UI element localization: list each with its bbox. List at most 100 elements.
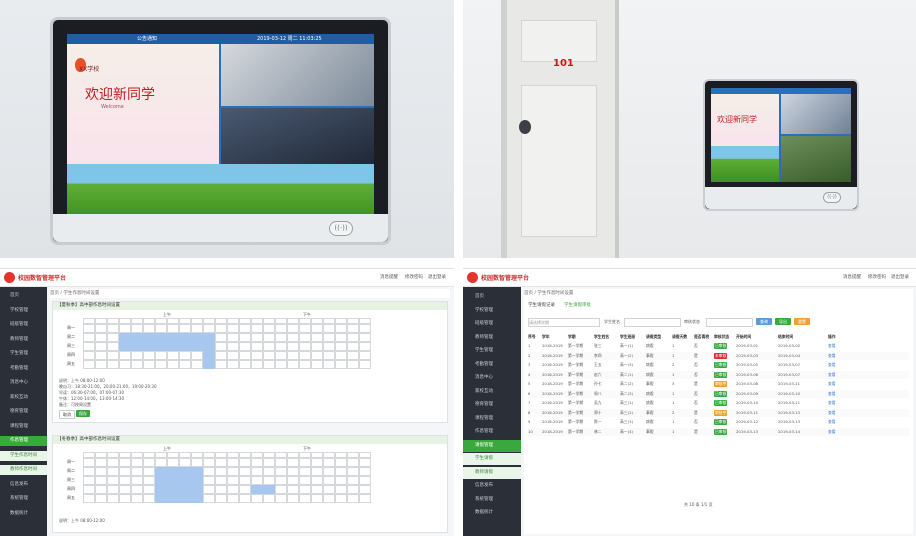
grid-cell[interactable] xyxy=(95,476,107,485)
grid-cell[interactable] xyxy=(215,458,227,467)
grid-cell[interactable] xyxy=(347,360,359,369)
grid-cell[interactable] xyxy=(311,494,323,503)
grid-cell[interactable] xyxy=(83,485,95,494)
grid-cell[interactable] xyxy=(143,467,155,476)
grid-cell[interactable] xyxy=(335,476,347,485)
grid-cell[interactable] xyxy=(191,458,203,467)
grid-cell[interactable] xyxy=(227,342,239,351)
grid-cell[interactable] xyxy=(95,324,107,333)
grid-cell[interactable] xyxy=(239,458,251,467)
grid-cell[interactable] xyxy=(131,485,143,494)
sidebar-item[interactable]: 课程管理 xyxy=(0,422,47,432)
grid-cell[interactable] xyxy=(323,360,335,369)
grid-cell[interactable] xyxy=(263,333,275,342)
grid-cell[interactable] xyxy=(227,476,239,485)
grid-cell[interactable] xyxy=(215,476,227,485)
grid-cell[interactable] xyxy=(119,351,131,360)
view-link[interactable]: 查看 xyxy=(828,391,836,397)
grid-cell[interactable] xyxy=(335,485,347,494)
grid-cell[interactable] xyxy=(263,476,275,485)
sidebar-item[interactable]: 班级管理 xyxy=(0,320,47,330)
grid-cell[interactable] xyxy=(131,494,143,503)
header-link[interactable]: 修改密码 xyxy=(868,274,886,280)
grid-cell[interactable] xyxy=(299,324,311,333)
view-link[interactable]: 查看 xyxy=(828,372,836,378)
grid-cell[interactable] xyxy=(83,333,95,342)
grid-cell[interactable] xyxy=(311,360,323,369)
grid-cell[interactable] xyxy=(347,467,359,476)
grid-cell[interactable] xyxy=(359,467,371,476)
grid-cell[interactable] xyxy=(251,458,263,467)
student-name-input[interactable] xyxy=(624,318,681,327)
grid-cell[interactable] xyxy=(323,342,335,351)
export-button[interactable]: 导出 xyxy=(775,318,791,325)
grid-cell[interactable] xyxy=(335,467,347,476)
sidebar-item[interactable]: 课程管理 xyxy=(463,413,521,425)
sidebar-item[interactable]: 作息管理 xyxy=(463,426,521,438)
grid-cell[interactable] xyxy=(311,342,323,351)
grid-cell[interactable] xyxy=(299,467,311,476)
grid-cell[interactable] xyxy=(131,324,143,333)
grid-cell[interactable] xyxy=(95,494,107,503)
grid-cell[interactable] xyxy=(335,360,347,369)
schedule-grid[interactable]: 周一 周二 周三 周四 周五 xyxy=(67,318,371,372)
grid-cell[interactable] xyxy=(215,485,227,494)
grid-cell[interactable] xyxy=(83,476,95,485)
grid-cell[interactable] xyxy=(143,494,155,503)
grid-cell[interactable] xyxy=(107,360,119,369)
sidebar-item[interactable]: 学生管理 xyxy=(463,345,521,357)
header-link[interactable]: 消息提醒 xyxy=(380,274,398,280)
header-link[interactable]: 退出登录 xyxy=(891,274,909,280)
grid-cell[interactable] xyxy=(287,467,299,476)
grid-cell[interactable] xyxy=(347,494,359,503)
grid-cell[interactable] xyxy=(203,485,215,494)
header-link[interactable]: 消息提醒 xyxy=(843,274,861,280)
grid-cell[interactable] xyxy=(239,333,251,342)
grid-cell[interactable] xyxy=(311,467,323,476)
grid-cell[interactable] xyxy=(119,458,131,467)
grid-cell[interactable] xyxy=(287,342,299,351)
grid-cell[interactable] xyxy=(239,342,251,351)
grid-cell[interactable] xyxy=(335,458,347,467)
grid-cell[interactable] xyxy=(251,333,263,342)
grid-cell[interactable] xyxy=(239,494,251,503)
selected-slot[interactable] xyxy=(119,333,203,351)
grid-cell[interactable] xyxy=(191,360,203,369)
grid-cell[interactable] xyxy=(119,324,131,333)
grid-cell[interactable] xyxy=(299,494,311,503)
view-link[interactable]: 查看 xyxy=(828,362,836,368)
grid-cell[interactable] xyxy=(323,333,335,342)
grid-cell[interactable] xyxy=(299,360,311,369)
grid-cell[interactable] xyxy=(287,333,299,342)
grid-cell[interactable] xyxy=(275,333,287,342)
grid-cell[interactable] xyxy=(299,476,311,485)
grid-cell[interactable] xyxy=(179,324,191,333)
sidebar-item[interactable]: 考勤管理 xyxy=(0,364,47,374)
sidebar-item[interactable]: 教师请假 xyxy=(463,466,521,479)
grid-cell[interactable] xyxy=(275,342,287,351)
grid-cell[interactable] xyxy=(143,458,155,467)
grid-cell[interactable] xyxy=(347,324,359,333)
grid-cell[interactable] xyxy=(335,351,347,360)
grid-cell[interactable] xyxy=(239,351,251,360)
grid-cell[interactable] xyxy=(239,467,251,476)
grid-cell[interactable] xyxy=(215,467,227,476)
grid-cell[interactable] xyxy=(239,324,251,333)
grid-cell[interactable] xyxy=(227,360,239,369)
grid-cell[interactable] xyxy=(143,485,155,494)
grid-cell[interactable] xyxy=(131,476,143,485)
grid-cell[interactable] xyxy=(359,476,371,485)
grid-cell[interactable] xyxy=(95,467,107,476)
grid-cell[interactable] xyxy=(215,351,227,360)
grid-cell[interactable] xyxy=(167,351,179,360)
grid-cell[interactable] xyxy=(311,458,323,467)
grid-cell[interactable] xyxy=(347,476,359,485)
grid-cell[interactable] xyxy=(95,360,107,369)
grid-cell[interactable] xyxy=(299,333,311,342)
sidebar-item[interactable]: 数据统计 xyxy=(463,507,521,519)
grid-cell[interactable] xyxy=(275,324,287,333)
grid-cell[interactable] xyxy=(287,324,299,333)
grid-cell[interactable] xyxy=(155,351,167,360)
grid-cell[interactable] xyxy=(143,351,155,360)
grid-cell[interactable] xyxy=(107,333,119,342)
